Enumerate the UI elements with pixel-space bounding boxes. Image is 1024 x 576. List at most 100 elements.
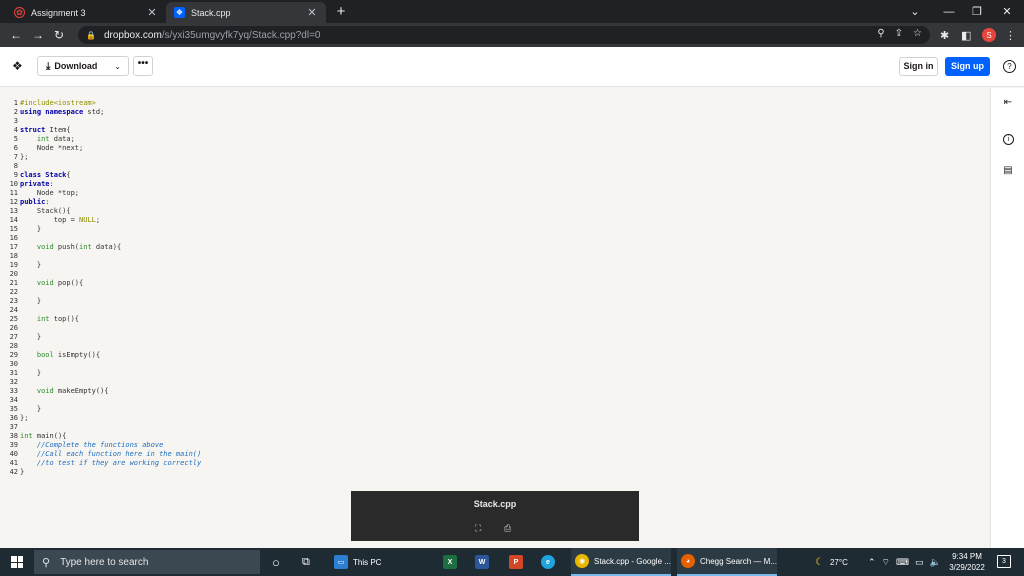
battery-icon[interactable]: ▭: [915, 557, 924, 568]
forward-icon[interactable]: →: [30, 27, 46, 43]
code-line: 29 bool isEmpty(){: [6, 351, 201, 360]
chrome-menu-icon[interactable]: ⋮: [1005, 26, 1016, 44]
word-icon: W: [475, 555, 489, 569]
sign-up-button[interactable]: Sign up: [945, 57, 990, 76]
clock[interactable]: 9:34 PM 3/29/2022: [945, 551, 989, 573]
close-window-button[interactable]: ✕: [990, 0, 1024, 23]
address-bar[interactable]: 🔒 dropbox.com/s/yxi35umgvyfk7yq/Stack.cp…: [78, 26, 930, 44]
tab-assignment-3[interactable]: ✿ Assignment 3 ✕: [6, 2, 166, 23]
taskbar-app-this-pc[interactable]: ▭ This PC: [334, 548, 381, 576]
code-line: 18: [6, 252, 201, 261]
bookmark-star-icon[interactable]: ☆: [913, 28, 922, 39]
preview-overlay: Stack.cpp ⛶ ⎙: [351, 491, 639, 541]
line-number: 34: [9, 396, 18, 404]
new-tab-button[interactable]: +: [333, 3, 349, 20]
wifi-icon[interactable]: ⌔: [882, 557, 890, 568]
code-line: 42}: [6, 468, 201, 477]
code-text: };: [20, 414, 29, 422]
info-icon[interactable]: i: [1003, 134, 1014, 145]
chevron-up-icon[interactable]: ⌃: [868, 557, 876, 568]
comment-icon[interactable]: ▤: [1001, 164, 1015, 178]
help-icon[interactable]: ?: [1003, 60, 1016, 73]
code-text: #include<iostream>: [20, 99, 96, 107]
lock-icon: 🔒: [86, 30, 96, 40]
code-text: private:: [20, 180, 54, 188]
code-line: 8: [6, 162, 201, 171]
download-button[interactable]: ⤓ Download ⌄: [37, 56, 129, 76]
fullscreen-icon[interactable]: ⛶: [475, 523, 481, 534]
task-view-icon[interactable]: ⧉: [302, 548, 310, 576]
line-number: 36: [9, 414, 18, 422]
code-line: 36};: [6, 414, 201, 423]
print-icon[interactable]: ⎙: [504, 523, 511, 534]
notification-icon[interactable]: 3: [997, 555, 1011, 568]
code-line: 20: [6, 270, 201, 279]
code-text: Node *top;: [20, 189, 80, 197]
line-number: 12: [9, 198, 18, 206]
edge-icon: e: [541, 555, 555, 569]
line-number: 38: [9, 432, 18, 440]
profile-button[interactable]: S: [982, 26, 996, 44]
code-line: 12 public:: [6, 198, 201, 207]
code-line: 15 }: [6, 225, 201, 234]
code-text: }: [20, 261, 42, 269]
code-line: 10 private:: [6, 180, 201, 189]
code-text: }: [20, 468, 25, 476]
taskbar-app-powerpoint[interactable]: P: [509, 548, 528, 576]
weather-widget[interactable]: ☾ 27°C: [815, 548, 848, 576]
system-tray: ⌃ ⌔ ⌨ ▭ 🔈: [868, 548, 941, 576]
line-number: 21: [9, 279, 18, 287]
code-text: }: [20, 225, 42, 233]
close-icon[interactable]: ✕: [146, 6, 158, 19]
taskbar-app-word[interactable]: W: [475, 548, 494, 576]
dropbox-header: ❖ ⤓ Download ⌄ ••• Sign in Sign up ?: [0, 47, 1024, 87]
share-icon[interactable]: ⇪: [895, 28, 903, 39]
line-number: 40: [9, 450, 18, 458]
taskbar-search-box[interactable]: ⚲ Type here to search: [34, 550, 260, 574]
code-line: 7};: [6, 153, 201, 162]
reload-icon[interactable]: ↻: [51, 27, 67, 43]
code-text: //Complete the functions above: [36, 441, 164, 449]
code-line: 41 //to test if they are working correct…: [6, 459, 202, 468]
taskbar-app-chrome[interactable]: ◉ Stack.cpp - Google ...: [571, 548, 671, 576]
back-icon[interactable]: ←: [8, 27, 24, 43]
zoom-icon[interactable]: ⚲: [877, 28, 884, 39]
line-number: 28: [9, 342, 18, 350]
keyboard-icon[interactable]: ⌨: [896, 557, 909, 568]
dropbox-logo-icon[interactable]: ❖: [12, 59, 26, 73]
tab-stack-cpp[interactable]: ❖ Stack.cpp ✕: [166, 2, 326, 23]
sign-in-button[interactable]: Sign in: [899, 57, 938, 76]
taskbar-app-firefox[interactable]: ◕ Chegg Search — M...: [677, 548, 777, 576]
code-line: 19 }: [6, 261, 201, 270]
taskbar-app-excel[interactable]: X: [443, 548, 462, 576]
code-text: void push(int data){: [36, 243, 122, 251]
extensions-icon[interactable]: ✱: [940, 26, 949, 44]
taskbar-app-edge[interactable]: e: [541, 548, 560, 576]
more-options-button[interactable]: •••: [133, 56, 153, 76]
code-line: 38 int main(){: [6, 432, 201, 441]
line-number: 1: [13, 99, 18, 107]
browser-tab-strip: ✿ Assignment 3 ✕ ❖ Stack.cpp ✕ + ⌄ — ❐ ✕: [0, 0, 1024, 23]
line-number: 41: [9, 459, 18, 467]
overlay-filename: Stack.cpp: [473, 499, 517, 509]
tab-search-icon[interactable]: ⌄: [898, 0, 932, 23]
line-number: 8: [13, 162, 18, 170]
line-number: 11: [9, 189, 18, 197]
side-panel-icon[interactable]: ◧: [961, 26, 971, 44]
download-arrow-icon: ⤓: [46, 60, 51, 72]
code-text: }: [20, 333, 42, 341]
restore-button[interactable]: ❐: [960, 0, 994, 23]
browser-toolbar: ← → ↻ 🔒 dropbox.com/s/yxi35umgvyfk7yq/St…: [0, 23, 1024, 47]
chrome-icon: ◉: [575, 554, 589, 568]
code-text: //Call each function here in the main(): [36, 450, 202, 458]
cortana-icon[interactable]: ○: [272, 548, 280, 576]
code-text: int main(){: [20, 432, 67, 440]
this-pc-icon: ▭: [334, 555, 348, 569]
volume-icon[interactable]: 🔈: [930, 557, 941, 568]
windows-start-icon[interactable]: [11, 556, 23, 568]
close-icon[interactable]: ✕: [306, 6, 318, 19]
clock-date: 3/29/2022: [949, 563, 985, 572]
collapse-panel-icon[interactable]: ⇤: [1001, 96, 1015, 110]
code-line: 2 using namespace std;: [6, 108, 201, 117]
code-line: 6 Node *next;: [6, 144, 201, 153]
